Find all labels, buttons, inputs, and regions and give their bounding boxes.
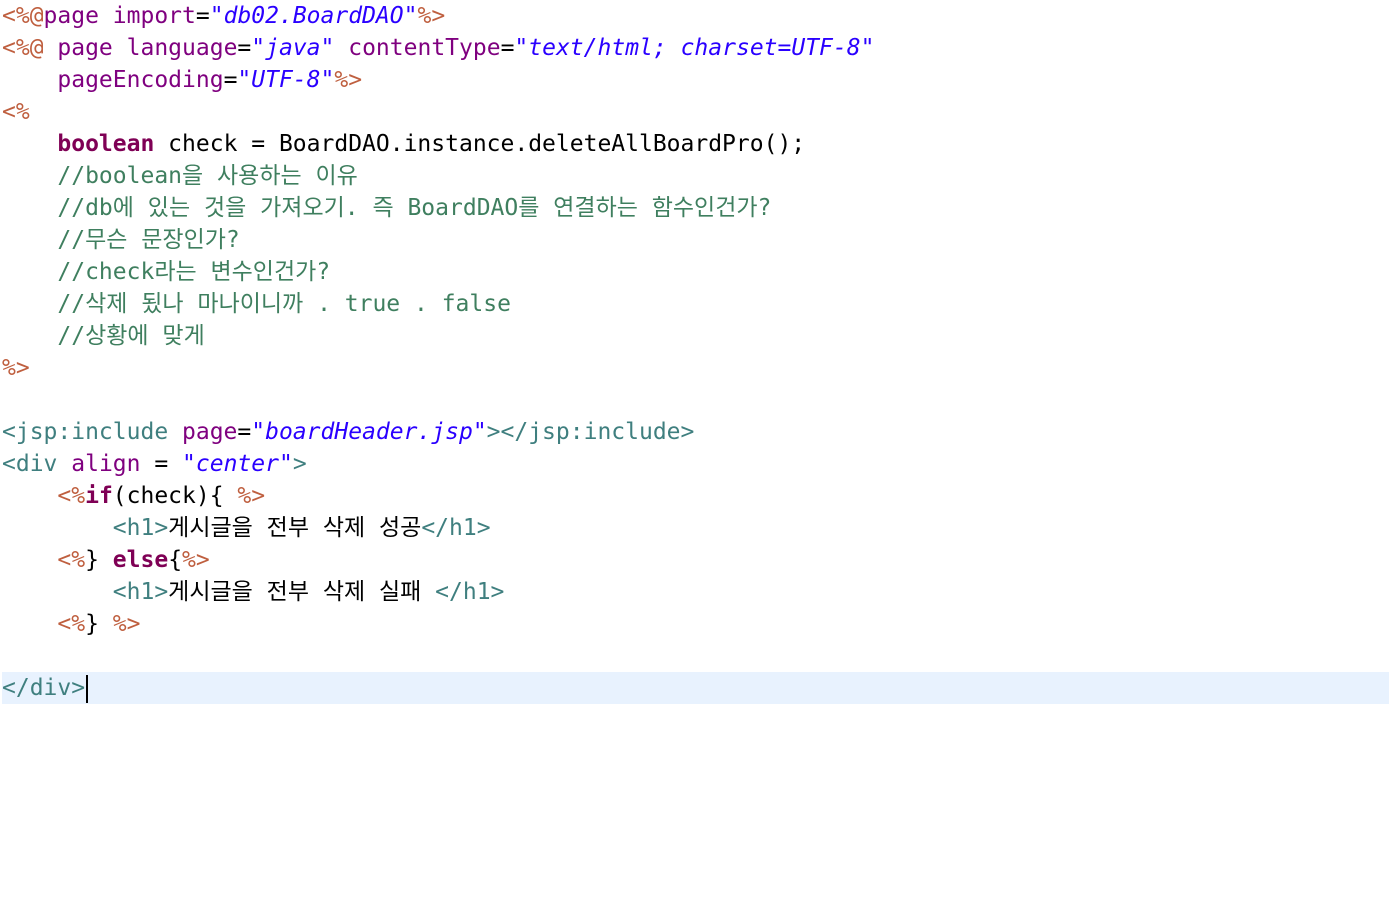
- code-token: {: [168, 547, 183, 573]
- code-token: "db02.BoardDAO": [209, 3, 418, 29]
- code-line[interactable]: <%} else{%>: [2, 544, 210, 576]
- code-editor[interactable]: <%@page import="db02.BoardDAO"%> <%@ page…: [0, 0, 1389, 909]
- code-token: pageEncoding: [57, 67, 224, 93]
- code-token: if: [85, 483, 113, 509]
- text-caret: [86, 674, 89, 703]
- code-token: contentType: [348, 35, 501, 61]
- code-token: "UTF-8": [237, 67, 335, 93]
- code-token: </h1>: [421, 515, 491, 541]
- code-line[interactable]: <%@ page language="java" contentType="te…: [2, 32, 874, 64]
- current-line-highlight: [2, 672, 1389, 704]
- code-line[interactable]: //무슨 문장인가?: [2, 224, 240, 256]
- code-token: language: [126, 35, 238, 61]
- code-token: =: [500, 35, 515, 61]
- code-token: >: [292, 451, 307, 477]
- code-token: =: [195, 3, 210, 29]
- code-token: }: [85, 547, 113, 573]
- code-line[interactable]: %>: [2, 352, 30, 384]
- code-line[interactable]: //상황에 맞게: [2, 320, 205, 352]
- code-token: ></jsp:include>: [486, 419, 695, 445]
- code-token: "boardHeader.jsp": [251, 419, 487, 445]
- code-token: %>: [182, 547, 210, 573]
- code-token: boolean: [57, 131, 155, 157]
- code-token: <div: [2, 451, 72, 477]
- code-line[interactable]: <%@page import="db02.BoardDAO"%>: [2, 0, 445, 32]
- code-line[interactable]: <%} %>: [2, 608, 141, 640]
- code-token: 게시글을 전부 삭제 실패: [168, 579, 436, 605]
- code-line[interactable]: pageEncoding="UTF-8"%>: [2, 64, 362, 96]
- code-token: </div>: [2, 675, 86, 701]
- code-token: <h1>: [112, 579, 169, 605]
- code-line[interactable]: //삭제 됬나 마나이니까 . true . false: [2, 288, 511, 320]
- code-token: else: [112, 547, 169, 573]
- code-line[interactable]: <%if(check){ %>: [2, 480, 265, 512]
- code-token: check = BoardDAO.instance.deleteAllBoard…: [154, 131, 806, 157]
- code-token: //무슨 문장인가?: [57, 227, 240, 253]
- code-token: "text/html; charset=UTF-8": [514, 35, 875, 61]
- code-line[interactable]: <h1>게시글을 전부 삭제 실패 </h1>: [2, 576, 505, 608]
- code-token: //check라는 변수인건가?: [57, 259, 331, 285]
- code-token: (check){: [112, 483, 238, 509]
- code-line[interactable]: <h1>게시글을 전부 삭제 성공</h1>: [2, 512, 491, 544]
- code-token: =: [140, 451, 183, 477]
- code-line[interactable]: <jsp:include page="boardHeader.jsp"></js…: [2, 416, 694, 448]
- code-token: <%: [57, 547, 86, 573]
- code-token: page: [182, 419, 238, 445]
- code-token: 게시글을 전부 삭제 성공: [168, 515, 422, 541]
- code-token: </h1>: [435, 579, 505, 605]
- code-token: <h1>: [112, 515, 169, 541]
- code-token: }: [85, 611, 113, 637]
- code-token: <%@: [2, 35, 58, 61]
- code-token: <%: [2, 99, 30, 125]
- code-token: =: [223, 67, 238, 93]
- code-line[interactable]: <%: [2, 96, 30, 128]
- code-token: "java": [251, 35, 335, 61]
- code-line[interactable]: //db에 있는 것을 가져오기. 즉 BoardDAO를 연결하는 함수인건가…: [2, 192, 771, 224]
- code-token: <jsp:include: [2, 419, 183, 445]
- code-token: page: [43, 3, 113, 29]
- code-token: //상황에 맞게: [57, 323, 205, 349]
- code-line[interactable]: //boolean을 사용하는 이유: [2, 160, 358, 192]
- code-line[interactable]: </div>: [2, 672, 89, 704]
- code-token: align: [71, 451, 141, 477]
- code-token: //삭제 됬나 마나이니까 . true . false: [57, 291, 511, 317]
- code-token: =: [237, 419, 252, 445]
- code-token: <%: [57, 611, 86, 637]
- code-token: %>: [237, 483, 266, 509]
- code-token: //db에 있는 것을 가져오기. 즉 BoardDAO를 연결하는 함수인건가…: [57, 195, 772, 221]
- code-line[interactable]: boolean check = BoardDAO.instance.delete…: [2, 128, 805, 160]
- code-token: %>: [417, 3, 446, 29]
- code-token: =: [237, 35, 252, 61]
- code-token: //boolean을 사용하는 이유: [57, 163, 358, 189]
- code-token: %>: [112, 611, 141, 637]
- code-token: %>: [334, 67, 363, 93]
- code-line[interactable]: <div align = "center">: [2, 448, 307, 480]
- code-token: "center": [182, 451, 293, 477]
- code-token: <%@: [2, 3, 44, 29]
- code-token: page: [57, 35, 127, 61]
- code-token: %>: [2, 355, 30, 381]
- code-line[interactable]: //check라는 변수인건가?: [2, 256, 330, 288]
- code-token: import: [112, 3, 196, 29]
- code-token: <%: [57, 483, 86, 509]
